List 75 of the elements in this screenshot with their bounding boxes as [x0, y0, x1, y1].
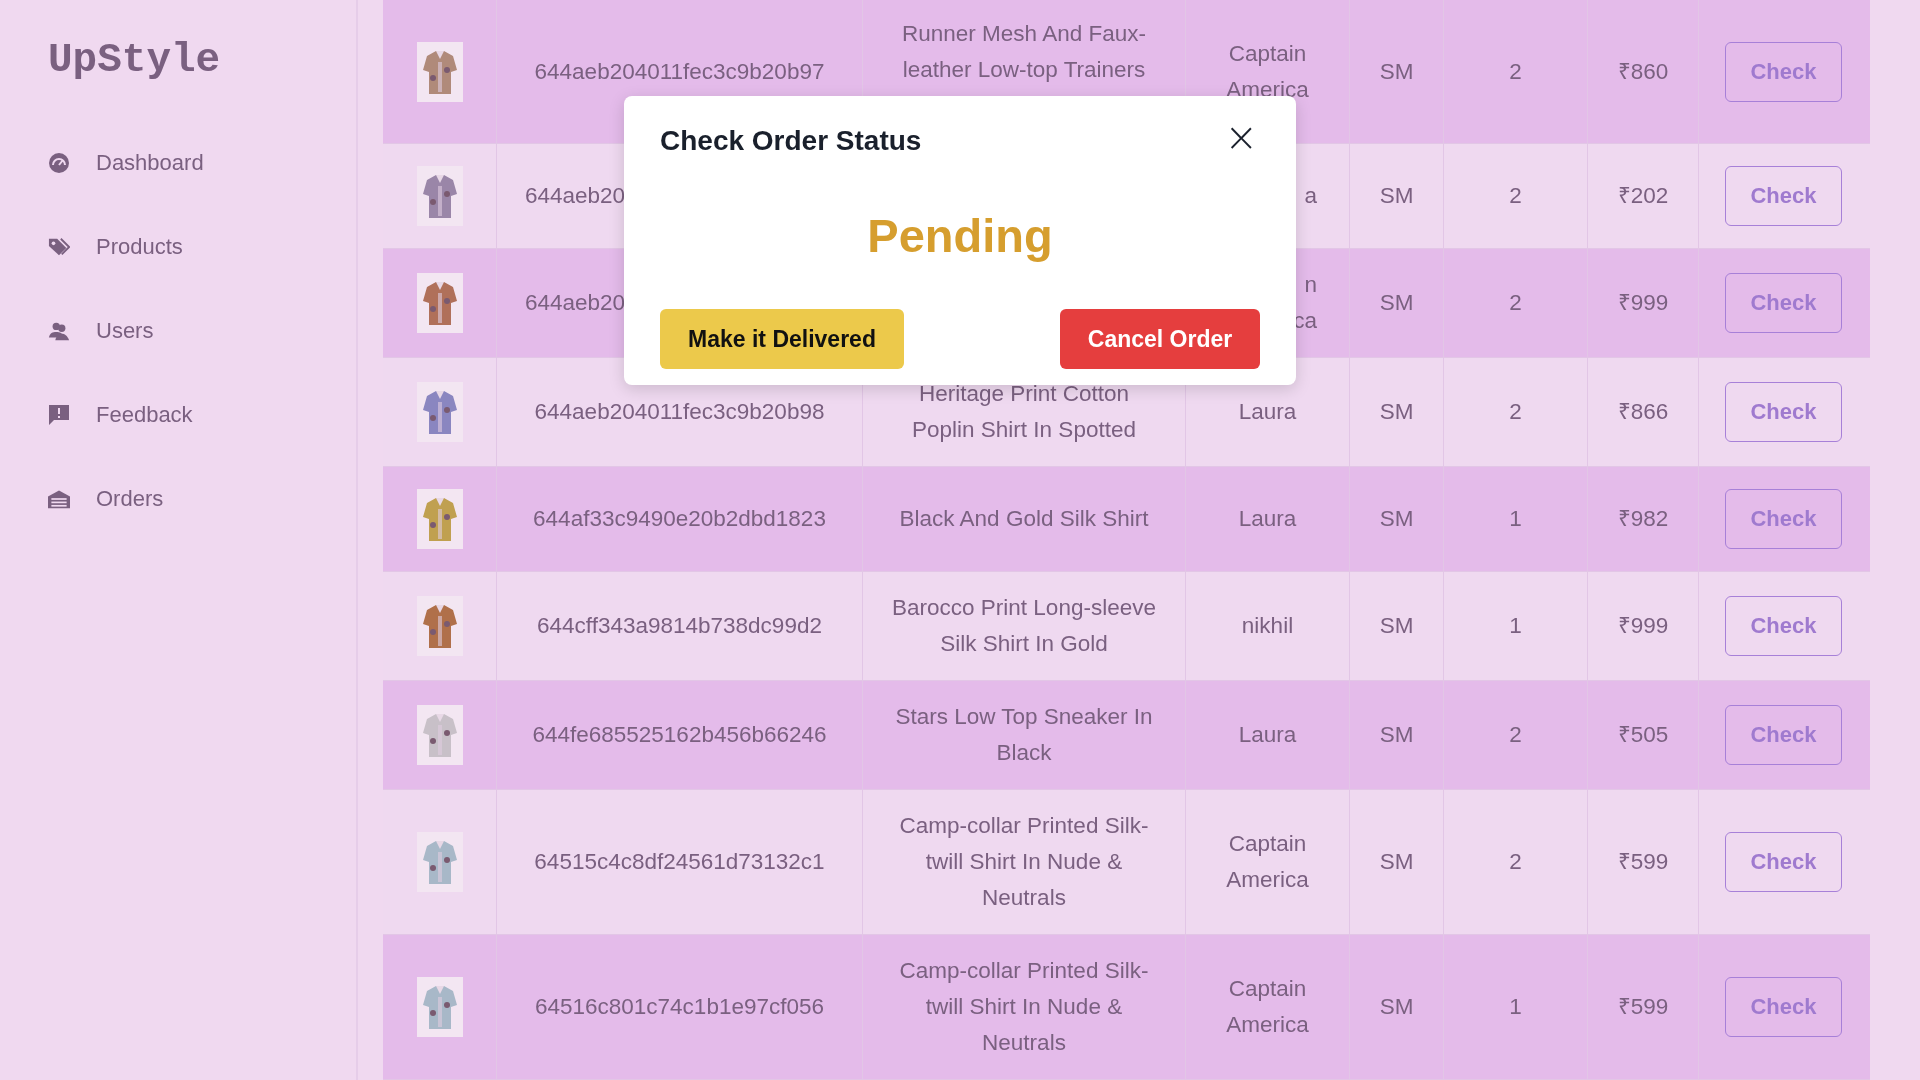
table-cell-text: 2 — [1509, 398, 1522, 426]
table-cell-text: 644aeb204011fec3c9b20b97 — [534, 57, 825, 86]
table-cell-text: SM — [1379, 398, 1414, 426]
nav-link[interactable]: Products — [0, 205, 193, 289]
table-cell-text: 644fe685525162b456b66246 — [532, 721, 827, 749]
table-cell-text: ₹982 — [1617, 505, 1669, 533]
check-button[interactable]: Check — [1725, 382, 1842, 442]
table-cell-text: SM — [1379, 505, 1414, 533]
logo: UpStyle — [48, 36, 221, 85]
users-icon — [48, 320, 70, 342]
table-cell-text: SM — [1379, 993, 1414, 1021]
table-cell-text: 644aeb20 — [525, 182, 626, 210]
table-cell-text: Barocco Print Long-sleeve Silk Shirt In Gold — [891, 594, 1157, 658]
check-button[interactable]: Check — [1725, 489, 1842, 549]
table-cell-text: Stars Low Top Sneaker In Black — [894, 703, 1154, 767]
table-cell-text: 1 — [1509, 612, 1522, 640]
modal-title: Check Order Status — [660, 124, 922, 158]
table-cell-text: Captain America — [1225, 39, 1310, 104]
nav-link[interactable]: Orders — [0, 457, 174, 541]
feedback-icon — [48, 404, 70, 426]
table-cell-text: Camp-collar Printed Silk-twill Shirt In Nude & Neutrals — [898, 957, 1150, 1057]
table-cell-text: ₹999 — [1617, 612, 1669, 640]
table-cell-text: Camp-collar Printed Silk-twill Shirt In Nude & Neutrals — [898, 812, 1150, 912]
table-cell-text: 644cff343a9814b738dc99d2 — [537, 612, 822, 640]
table-cell-text: Laura — [1238, 505, 1297, 533]
table-cell-text: SM — [1379, 848, 1414, 876]
nav-link[interactable]: Feedback — [0, 373, 203, 457]
table-cell-text: 2 — [1509, 182, 1522, 210]
table-cell-text: 644aeb204011fec3c9b20b98 — [534, 398, 825, 426]
check-button[interactable]: Check — [1725, 596, 1842, 656]
nav-link[interactable]: Users — [0, 289, 164, 373]
table-cell-text: ₹866 — [1617, 398, 1669, 426]
table-cell-text: ₹599 — [1617, 993, 1669, 1021]
table-cell-text: 64515c4c8df24561d73132c1 — [534, 848, 825, 876]
nav-link[interactable]: Dashboard — [0, 121, 214, 205]
table-cell-text: Laura — [1238, 721, 1297, 749]
table-cell-text: 1 — [1509, 505, 1522, 533]
table-cell-text: ₹860 — [1617, 57, 1669, 86]
table-cell-text: 2 — [1509, 57, 1522, 86]
table-cell-text: SM — [1379, 721, 1414, 749]
table-cell-text: ₹599 — [1617, 848, 1669, 876]
table-cell-text: Heritage Print Cotton Poplin Shirt In Spotted — [911, 380, 1137, 444]
check-button[interactable]: Check — [1725, 166, 1842, 226]
status-text: Pending — [867, 208, 1053, 264]
table-cell-text: 644af33c9490e20b2dbd1823 — [533, 505, 826, 533]
check-button[interactable]: Check — [1725, 977, 1842, 1037]
table-cell-text: Laura — [1238, 398, 1297, 426]
check-button[interactable]: Check — [1725, 273, 1842, 333]
table-cell-text: SM — [1379, 289, 1414, 317]
cancel-button[interactable]: Cancel Order — [1060, 309, 1260, 369]
table-cell-text: Runner Mesh And Faux-leather Low-top Trainers — [901, 20, 1147, 84]
check-button[interactable]: Check — [1725, 705, 1842, 765]
table-cell-text: ₹505 — [1617, 721, 1669, 749]
table-cell-text: 2 — [1509, 848, 1522, 876]
table-cell-text: 644aeb20 — [525, 289, 626, 317]
check-button[interactable]: Check — [1725, 832, 1842, 892]
check-button[interactable]: Check — [1725, 41, 1842, 102]
tag-icon — [48, 236, 70, 258]
gauge-icon — [48, 152, 70, 174]
table-cell-text: 2 — [1509, 721, 1522, 749]
table-cell-text: Captain America — [1225, 975, 1310, 1039]
deliver-button[interactable]: Make it Delivered — [660, 309, 904, 369]
table-cell-text: 1 — [1509, 993, 1522, 1021]
table-cell-text: a — [1304, 182, 1317, 210]
table-cell-text: ₹999 — [1617, 289, 1669, 317]
table-cell-text: SM — [1379, 57, 1414, 86]
table-cell-text: SM — [1379, 182, 1414, 210]
table-cell-text: ₹202 — [1617, 182, 1669, 210]
table-cell-text: 64516c801c74c1b1e97cf056 — [535, 993, 824, 1021]
table-cell-text: Black And Gold Silk Shirt — [899, 505, 1149, 533]
table-cell-text: 2 — [1509, 289, 1522, 317]
table-cell-text: nikhil — [1241, 612, 1294, 640]
table-cell-text: SM — [1379, 612, 1414, 640]
garage-icon — [48, 488, 70, 510]
table-cell-text: Captain America — [1225, 830, 1310, 894]
